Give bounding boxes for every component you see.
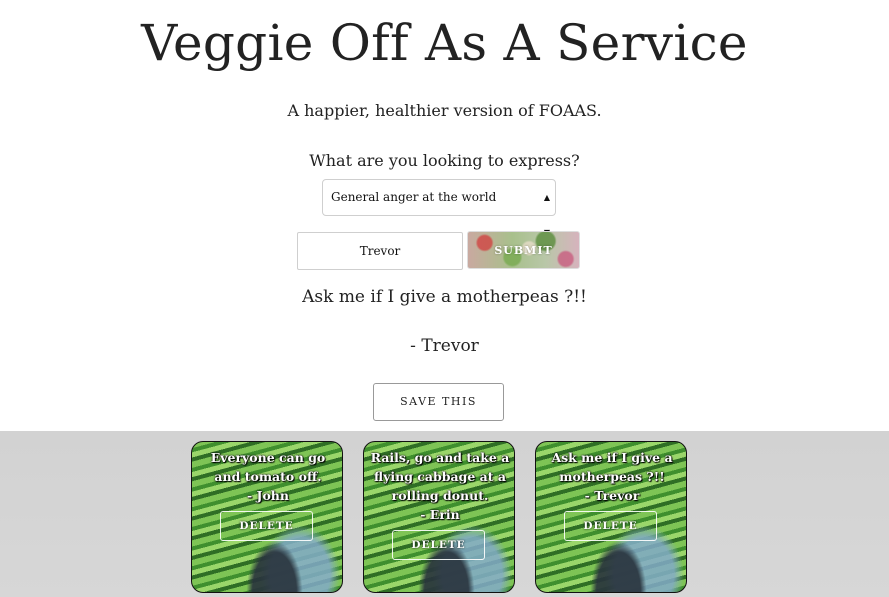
delete-button[interactable]: DELETE bbox=[220, 511, 313, 541]
generated-message: Ask me if I give a motherpeas ?!! bbox=[302, 287, 587, 307]
saved-card: Rails, go and take a flying cabbage at a… bbox=[363, 441, 515, 593]
generated-author: - Trevor bbox=[410, 336, 479, 356]
saved-card-text: Ask me if I give a motherpeas ?!! - Trev… bbox=[542, 448, 682, 505]
save-this-button[interactable]: SAVE THIS bbox=[373, 383, 504, 421]
saved-card: Ask me if I give a motherpeas ?!! - Trev… bbox=[535, 441, 687, 593]
delete-button[interactable]: DELETE bbox=[392, 530, 485, 560]
saved-card-author: - Trevor bbox=[584, 488, 640, 503]
expression-select-value: General anger at the world bbox=[331, 190, 497, 204]
saved-card-text: Everyone can go and tomato off. - John bbox=[198, 448, 338, 505]
hero-section: Veggie Off As A Service A happier, healt… bbox=[0, 0, 889, 431]
saved-card-author: - Erin bbox=[420, 507, 460, 522]
saved-card-text: Rails, go and take a flying cabbage at a… bbox=[370, 448, 510, 524]
saved-card: Everyone can go and tomato off. - John D… bbox=[191, 441, 343, 593]
submit-button-label: SUBMIT bbox=[494, 244, 553, 257]
saved-card-message: Rails, go and take a flying cabbage at a… bbox=[370, 450, 510, 503]
saved-card-author: - John bbox=[247, 488, 289, 503]
page-title: Veggie Off As A Service bbox=[141, 14, 748, 72]
saved-card-message: Ask me if I give a motherpeas ?!! bbox=[551, 450, 673, 484]
delete-button[interactable]: DELETE bbox=[564, 511, 657, 541]
saved-messages-section: Everyone can go and tomato off. - John D… bbox=[0, 431, 889, 597]
submit-button[interactable]: SUBMIT bbox=[467, 231, 580, 269]
expression-prompt: What are you looking to express? bbox=[309, 151, 580, 170]
saved-card-message: Everyone can go and tomato off. bbox=[210, 450, 326, 484]
expression-select[interactable]: General anger at the world ▲▼ bbox=[322, 179, 556, 237]
name-input[interactable]: Trevor bbox=[297, 232, 463, 270]
page-subtitle: A happier, healthier version of FOAAS. bbox=[287, 101, 602, 120]
